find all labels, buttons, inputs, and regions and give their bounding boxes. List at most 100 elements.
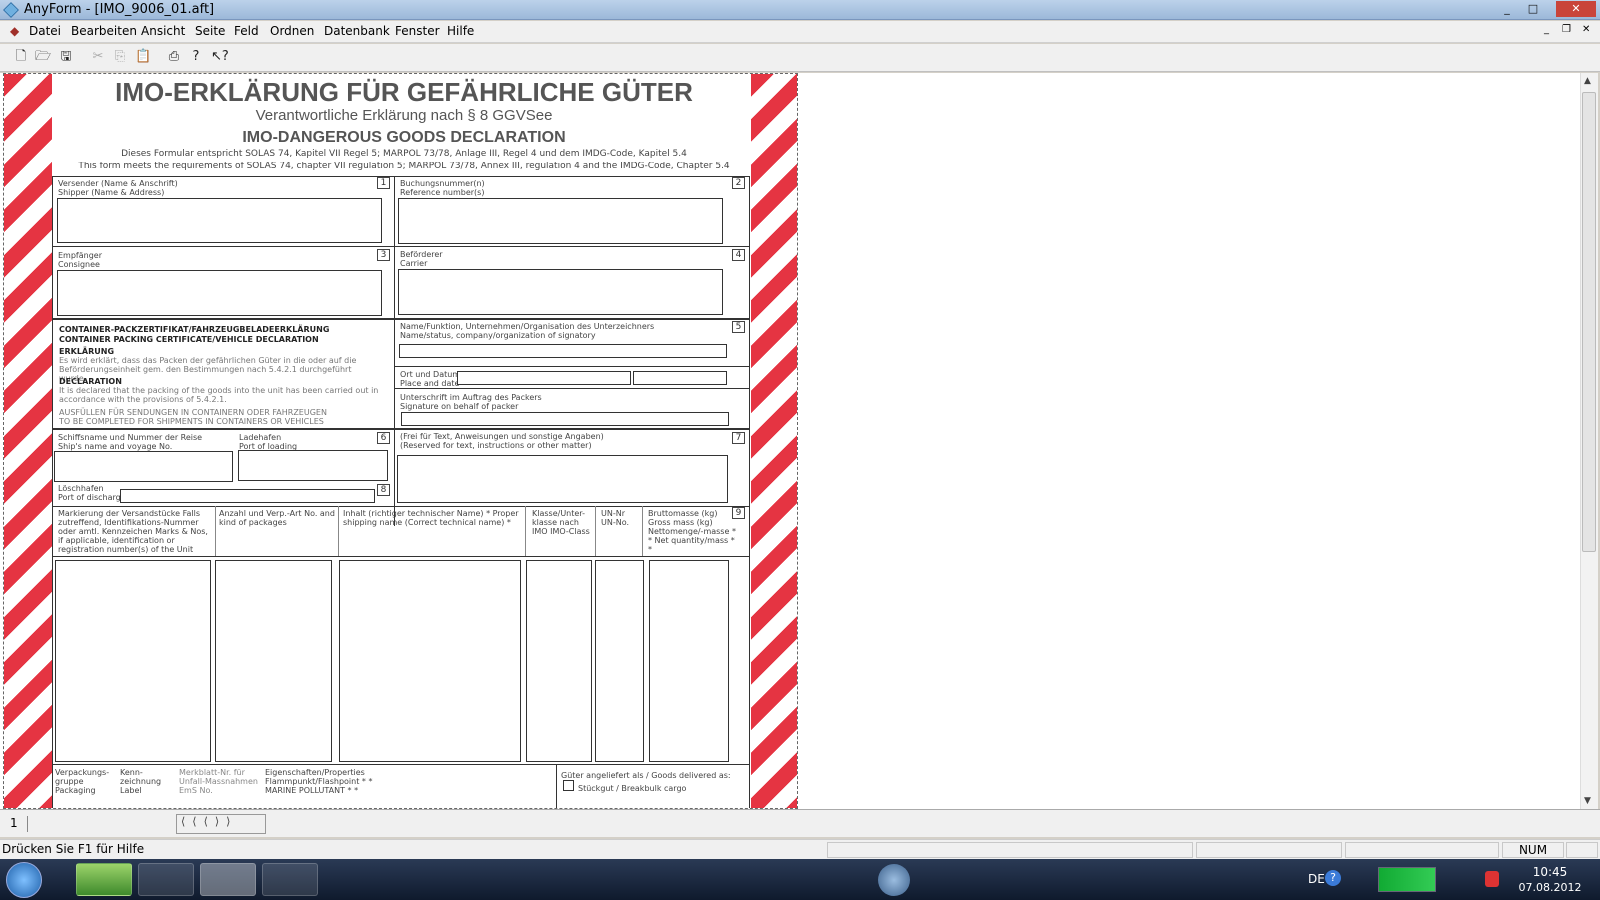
close-icon[interactable]: ✕	[1556, 1, 1596, 17]
port-discharge-label-en: Port of discharge	[58, 493, 120, 502]
taskbar-paint[interactable]	[262, 863, 318, 896]
start-button[interactable]	[6, 862, 42, 898]
signal-strength-icon[interactable]	[1378, 867, 1436, 892]
help-tray-icon[interactable]: ?	[1325, 870, 1341, 886]
reference-field[interactable]	[398, 198, 723, 244]
print-icon[interactable]: ⎙	[166, 49, 182, 65]
taskbar-app-2[interactable]	[138, 863, 194, 896]
menu-feld[interactable]: Feld	[234, 24, 259, 38]
minimize-icon[interactable]: _	[1496, 1, 1518, 17]
status-hint: Drücken Sie F1 für Hilfe	[2, 842, 145, 856]
page-tab[interactable]: 1	[10, 816, 28, 832]
mdi-restore-icon[interactable]: ❐	[1562, 24, 1571, 35]
hazard-stripe-left	[4, 74, 52, 808]
divider	[52, 428, 750, 430]
signatory-field[interactable]	[399, 344, 727, 358]
signature-label-en: Signature on behalf of packer	[400, 402, 519, 411]
field-number: 9	[732, 507, 745, 519]
un-field[interactable]	[595, 560, 644, 762]
form-subtitle-en: IMO-DANGEROUS GOODS DECLARATION	[242, 129, 566, 146]
place-field[interactable]	[457, 371, 631, 385]
menu-datenbank[interactable]: Datenbank	[324, 24, 390, 38]
security-tray-icon[interactable]	[1485, 871, 1499, 887]
reference-label: Buchungsnummer(n)	[400, 179, 485, 188]
page-navigation-icons[interactable]: ⟨⟨⟨⟩⟩	[176, 814, 266, 834]
taskbar-app-1[interactable]	[76, 863, 132, 896]
marks-column-header: Markierung der Versandstücke Falls zutre…	[58, 509, 208, 554]
port-discharge-field[interactable]	[120, 489, 375, 503]
remarks-label: (Frei für Text, Anweisungen und sonstige…	[400, 432, 604, 441]
scroll-up-icon[interactable]: ▲	[1584, 76, 1591, 86]
remarks-field[interactable]	[397, 455, 728, 503]
status-pane	[1196, 842, 1342, 858]
packing-certificate-title: CONTAINER-PACKZERTIFIKAT/FAHRZEUGBELADEE…	[59, 325, 330, 334]
fill-note-en: TO BE COMPLETED FOR SHIPMENTS IN CONTAIN…	[59, 417, 324, 426]
maximize-icon[interactable]: □	[1522, 1, 1544, 17]
cut-icon[interactable]: ✂	[90, 49, 106, 65]
packing-certificate-title-en: CONTAINER PACKING CERTIFICATE/VEHICLE DE…	[59, 335, 319, 344]
mdi-minimize-icon[interactable]: _	[1544, 24, 1549, 35]
help-icon[interactable]: ?	[188, 49, 204, 65]
field-number: 2	[732, 177, 745, 189]
menu-ansicht[interactable]: Ansicht	[141, 24, 185, 38]
divider	[642, 506, 643, 556]
shipper-label: Versender (Name & Anschrift)	[58, 179, 178, 188]
class-field[interactable]	[526, 560, 592, 762]
breakbulk-checkbox[interactable]	[563, 780, 574, 791]
divider	[52, 506, 750, 507]
field-number: 6	[377, 432, 390, 444]
field-number: 7	[732, 432, 745, 444]
port-loading-field[interactable]	[238, 450, 388, 481]
mass-field[interactable]	[649, 560, 729, 762]
contents-field[interactable]	[339, 560, 521, 762]
signature-field[interactable]	[401, 412, 729, 426]
menu-hilfe[interactable]: Hilfe	[447, 24, 474, 38]
new-icon[interactable]: 🗋	[13, 49, 29, 65]
declaration-heading-de: ERKLÄRUNG	[59, 347, 115, 356]
divider	[394, 176, 395, 526]
consignee-field[interactable]	[57, 270, 382, 316]
consignee-label-en: Consignee	[58, 260, 100, 269]
taskbar-anyform[interactable]	[200, 863, 256, 896]
menu-fenster[interactable]: Fenster	[395, 24, 440, 38]
open-icon[interactable]: 🗁	[35, 49, 51, 65]
paste-icon[interactable]: 📋	[135, 49, 151, 65]
save-icon[interactable]: 🖫	[58, 49, 74, 65]
window-title: AnyForm - [IMO_9006_01.aft]	[24, 2, 215, 17]
menu-seite[interactable]: Seite	[195, 24, 225, 38]
ship-name-field[interactable]	[54, 451, 233, 482]
scroll-down-icon[interactable]: ▼	[1584, 796, 1591, 806]
scroll-thumb[interactable]	[1582, 92, 1596, 552]
field-number: 5	[732, 321, 745, 333]
marks-field[interactable]	[55, 560, 211, 762]
shipper-field[interactable]	[57, 198, 382, 243]
status-pane	[1566, 842, 1598, 858]
clock-date[interactable]: 07.08.2012	[1518, 881, 1582, 894]
menu-bearbeiten[interactable]: Bearbeiten	[71, 24, 137, 38]
divider	[595, 506, 596, 556]
reference-label-en: Reference number(s)	[400, 188, 485, 197]
menu-datei[interactable]: Datei	[29, 24, 61, 38]
form-page: IMO-ERKLÄRUNG FÜR GEFÄHRLICHE GÜTER Vera…	[3, 73, 798, 809]
menu-bar: ◆ Datei Bearbeiten Ansicht Seite Feld Or…	[0, 21, 1600, 43]
mdi-close-icon[interactable]: ✕	[1582, 24, 1590, 35]
language-indicator[interactable]: DE	[1308, 872, 1325, 886]
divider	[52, 556, 750, 557]
packages-field[interactable]	[215, 560, 332, 762]
consignee-label: Empfänger	[58, 251, 103, 260]
carrier-field[interactable]	[398, 269, 723, 315]
network-app-icon[interactable]	[878, 864, 910, 896]
page-bar: 1 ⟨⟨⟨⟩⟩	[0, 809, 1600, 837]
clock-time[interactable]: 10:45	[1518, 865, 1582, 879]
fill-note-de: AUSFÜLLEN FÜR SENDUNGEN IN CONTAINERN OD…	[59, 408, 327, 417]
carrier-label-en: Carrier	[400, 259, 428, 268]
taskbar: DE ? 10:45 07.08.2012	[0, 859, 1600, 900]
menu-ordnen[interactable]: Ordnen	[270, 24, 314, 38]
date-field[interactable]	[633, 371, 727, 385]
place-date-label-en: Place and date	[400, 379, 460, 388]
contents-column-header: Inhalt (richtiger technischer Name) * Pr…	[343, 509, 519, 527]
ems-label: Merkblatt-Nr. für Unfall-Massnahmen EmS …	[179, 768, 258, 795]
copy-icon[interactable]: ⎘	[112, 49, 128, 65]
context-help-icon[interactable]: ↖?	[211, 49, 229, 65]
app-icon	[3, 2, 19, 18]
